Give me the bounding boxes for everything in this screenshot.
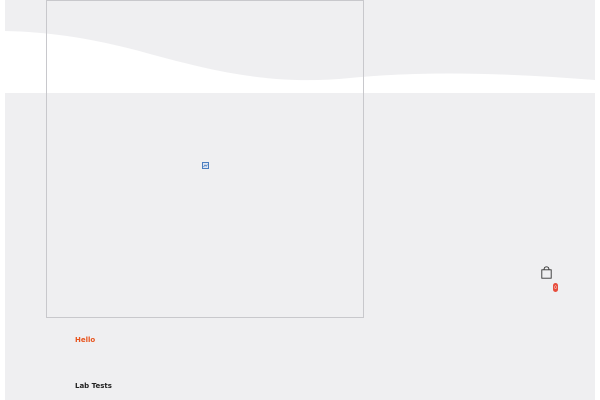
greeting-text: Hello	[75, 336, 96, 344]
page: 0 Hello Lab Tests	[0, 0, 600, 400]
cart-count-badge: 0	[553, 283, 558, 292]
broken-image-icon	[202, 156, 209, 169]
shopping-bag-icon	[541, 266, 552, 279]
cart-button[interactable]: 0	[539, 266, 559, 296]
section-title: Lab Tests	[75, 382, 112, 390]
